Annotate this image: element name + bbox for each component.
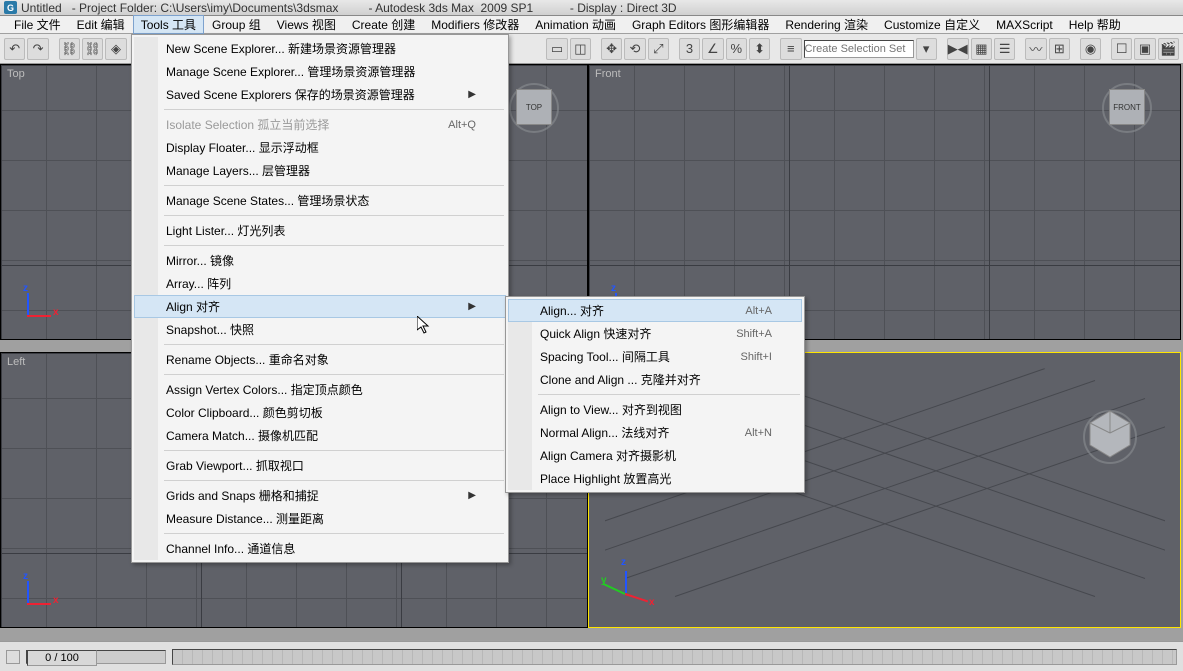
title-folder-label: - Project Folder: bbox=[62, 1, 161, 15]
menu-item[interactable]: Measure Distance... 测量距离 bbox=[134, 507, 506, 530]
title-app: - Autodesk 3ds Max 2009 SP1 bbox=[338, 1, 533, 15]
submenu-item[interactable]: Align Camera 对齐摄影机 bbox=[508, 444, 802, 467]
material-icon[interactable]: ◉ bbox=[1080, 38, 1101, 60]
anglesnap-icon[interactable]: ∠ bbox=[702, 38, 723, 60]
menu-file[interactable]: File 文件 bbox=[6, 15, 69, 34]
menu-item[interactable]: Light Lister... 灯光列表 bbox=[134, 219, 506, 242]
menu-item[interactable]: Manage Scene States... 管理场景状态 bbox=[134, 189, 506, 212]
viewport-label-left: Left bbox=[7, 356, 25, 368]
render-frame-icon[interactable]: ▣ bbox=[1134, 38, 1155, 60]
move-icon[interactable]: ✥ bbox=[601, 38, 622, 60]
mirror-icon[interactable]: ▶◀ bbox=[947, 38, 969, 60]
menu-bar: File 文件 Edit 编辑 Tools 工具 Group 组 Views 视… bbox=[0, 16, 1183, 34]
submenu-item[interactable]: Spacing Tool... 间隔工具Shift+I bbox=[508, 345, 802, 368]
undo-icon[interactable]: ↶ bbox=[4, 38, 25, 60]
title-folder-path: C:\Users\imy\Documents\3dsmax bbox=[160, 1, 338, 15]
timeline-ruler[interactable] bbox=[172, 649, 1177, 665]
menu-maxscript[interactable]: MAXScript bbox=[988, 17, 1061, 33]
title-untitled: Untitled bbox=[21, 1, 62, 15]
submenu-item[interactable]: Normal Align... 法线对齐Alt+N bbox=[508, 421, 802, 444]
scale-icon[interactable]: ⤢ bbox=[648, 38, 669, 60]
keymode-toggle[interactable] bbox=[6, 650, 20, 664]
snap3-icon[interactable]: 3 bbox=[679, 38, 700, 60]
axis-gizmo: xz bbox=[19, 285, 59, 325]
axis-gizmo: xz bbox=[19, 573, 59, 613]
view-cube-persp[interactable] bbox=[1080, 405, 1140, 468]
align-submenu: Align... 对齐Alt+AQuick Align 快速对齐Shift+AS… bbox=[505, 296, 805, 493]
selection-set-input[interactable] bbox=[804, 40, 914, 58]
menu-rendering[interactable]: Rendering 渲染 bbox=[777, 15, 876, 34]
menu-item[interactable]: Rename Objects... 重命名对象 bbox=[134, 348, 506, 371]
submenu-arrow-icon: ▶ bbox=[468, 301, 476, 312]
menu-group[interactable]: Group 组 bbox=[204, 15, 269, 34]
submenu-item[interactable]: Align to View... 对齐到视图 bbox=[508, 398, 802, 421]
menu-item[interactable]: Saved Scene Explorers 保存的场景资源管理器▶ bbox=[134, 83, 506, 106]
submenu-item[interactable]: Quick Align 快速对齐Shift+A bbox=[508, 322, 802, 345]
frame-slider[interactable]: 0 / 100 bbox=[26, 650, 166, 664]
redo-icon[interactable]: ↷ bbox=[27, 38, 48, 60]
axis-gizmo-persp: xyz bbox=[607, 563, 657, 613]
menu-animation[interactable]: Animation 动画 bbox=[527, 15, 624, 34]
view-cube-top[interactable]: TOP bbox=[509, 83, 559, 133]
percentsnap-icon[interactable]: % bbox=[726, 38, 747, 60]
menu-item[interactable]: Display Floater... 显示浮动框 bbox=[134, 136, 506, 159]
menu-item[interactable]: Color Clipboard... 颜色剪切板 bbox=[134, 401, 506, 424]
menu-create[interactable]: Create 创建 bbox=[344, 15, 423, 34]
title-bar: G Untitled - Project Folder: C:\Users\im… bbox=[0, 0, 1183, 16]
spinnersnap-icon[interactable]: ⬍ bbox=[749, 38, 770, 60]
menu-item[interactable]: Mirror... 镜像 bbox=[134, 249, 506, 272]
submenu-arrow-icon: ▶ bbox=[468, 490, 476, 501]
schematic-icon[interactable]: ⊞ bbox=[1049, 38, 1070, 60]
curve-icon[interactable]: 〰 bbox=[1025, 38, 1046, 60]
submenu-item[interactable]: Place Highlight 放置高光 bbox=[508, 467, 802, 490]
menu-item[interactable]: Camera Match... 摄像机匹配 bbox=[134, 424, 506, 447]
menu-item[interactable]: Assign Vertex Colors... 指定顶点颜色 bbox=[134, 378, 506, 401]
align-icon[interactable]: ▦ bbox=[971, 38, 992, 60]
menu-item[interactable]: Snapshot... 快照 bbox=[134, 318, 506, 341]
named-sel-icon[interactable]: ≡ bbox=[780, 38, 801, 60]
tools-dropdown-menu: New Scene Explorer... 新建场景资源管理器Manage Sc… bbox=[131, 34, 509, 563]
menu-item[interactable]: Grids and Snaps 栅格和捕捉▶ bbox=[134, 484, 506, 507]
select-icon[interactable]: ▭ bbox=[546, 38, 567, 60]
bind-icon[interactable]: ◈ bbox=[105, 38, 126, 60]
menu-graph-editors[interactable]: Graph Editors 图形编辑器 bbox=[624, 15, 777, 34]
menu-item[interactable]: Channel Info... 通道信息 bbox=[134, 537, 506, 560]
menu-item: Isolate Selection 孤立当前选择Alt+Q bbox=[134, 113, 506, 136]
render-setup-icon[interactable]: ☐ bbox=[1111, 38, 1132, 60]
submenu-item[interactable]: Clone and Align ... 克隆并对齐 bbox=[508, 368, 802, 391]
menu-item[interactable]: Manage Layers... 层管理器 bbox=[134, 159, 506, 182]
layers-icon[interactable]: ☰ bbox=[994, 38, 1015, 60]
submenu-arrow-icon: ▶ bbox=[468, 89, 476, 100]
unlink-icon[interactable]: ⛓ bbox=[82, 38, 103, 60]
menu-item[interactable]: New Scene Explorer... 新建场景资源管理器 bbox=[134, 37, 506, 60]
title-display: - Display : Direct 3D bbox=[533, 1, 676, 15]
menu-help[interactable]: Help 帮助 bbox=[1061, 15, 1129, 34]
app-icon: G bbox=[4, 1, 17, 14]
menu-tools[interactable]: Tools 工具 bbox=[133, 15, 204, 34]
menu-customize[interactable]: Customize 自定义 bbox=[876, 15, 988, 34]
menu-item[interactable]: Grab Viewport... 抓取视口 bbox=[134, 454, 506, 477]
dropdown-arrow-icon[interactable]: ▾ bbox=[916, 38, 937, 60]
view-cube-front[interactable]: FRONT bbox=[1102, 83, 1152, 133]
viewport-label-top: Top bbox=[7, 68, 25, 80]
link-icon[interactable]: ⛓ bbox=[59, 38, 80, 60]
menu-modifiers[interactable]: Modifiers 修改器 bbox=[423, 15, 527, 34]
quick-render-icon[interactable]: 🎬 bbox=[1158, 38, 1179, 60]
rotate-icon[interactable]: ⟲ bbox=[624, 38, 645, 60]
menu-item[interactable]: Manage Scene Explorer... 管理场景资源管理器 bbox=[134, 60, 506, 83]
menu-views[interactable]: Views 视图 bbox=[269, 15, 344, 34]
menu-edit[interactable]: Edit 编辑 bbox=[69, 15, 133, 34]
menu-item[interactable]: Align 对齐▶ bbox=[134, 295, 506, 318]
menu-item[interactable]: Array... 阵列 bbox=[134, 272, 506, 295]
submenu-item[interactable]: Align... 对齐Alt+A bbox=[508, 299, 802, 322]
window-icon[interactable]: ◫ bbox=[570, 38, 591, 60]
frame-display: 0 / 100 bbox=[27, 650, 97, 666]
time-slider-bar: 0 / 100 bbox=[0, 641, 1183, 671]
viewport-label-front: Front bbox=[595, 68, 621, 80]
